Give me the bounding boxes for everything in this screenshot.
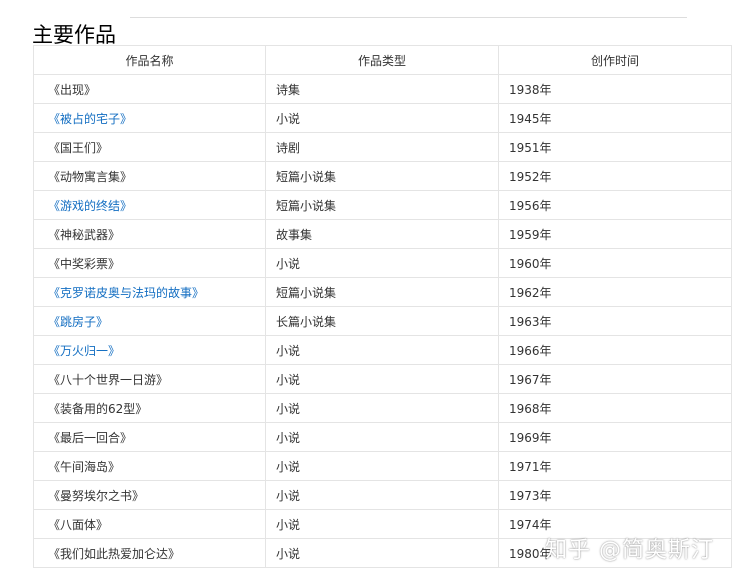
cell-work-title: 《动物寓言集》 xyxy=(33,161,266,191)
work-title-text: 《中奖彩票》 xyxy=(48,256,121,271)
cell-creation-year: 1945年 xyxy=(498,103,732,133)
work-title-text: 《我们如此热爱加仑达》 xyxy=(48,546,181,561)
cell-work-title: 《最后一回合》 xyxy=(33,422,266,452)
table-row: 《神秘武器》 故事集 1959年 xyxy=(33,219,732,249)
cell-creation-year: 1938年 xyxy=(498,74,732,104)
cell-work-type: 故事集 xyxy=(265,219,499,249)
cell-work-title: 《八十个世界一日游》 xyxy=(33,364,266,394)
work-title-text: 《国王们》 xyxy=(48,140,109,155)
cell-work-type: 诗剧 xyxy=(265,132,499,162)
section-header: 主要作品 xyxy=(32,4,687,47)
cell-work-type: 小说 xyxy=(265,451,499,481)
cell-work-title: 《克罗诺皮奥与法玛的故事》 xyxy=(33,277,266,307)
table-row: 《中奖彩票》 小说 1960年 xyxy=(33,248,732,278)
table-row: 《万火归一》 小说 1966年 xyxy=(33,335,732,365)
cell-work-title: 《被占的宅子》 xyxy=(33,103,266,133)
cell-creation-year: 1973年 xyxy=(498,480,732,510)
cell-work-type: 短篇小说集 xyxy=(265,190,499,220)
cell-creation-year: 1956年 xyxy=(498,190,732,220)
works-table: 作品名称 作品类型 创作时间 《出现》 诗集 1938年 《被占的宅子》 小说 1945年… xyxy=(33,45,732,568)
table-header-row: 作品名称 作品类型 创作时间 xyxy=(33,45,732,75)
cell-creation-year: 1963年 xyxy=(498,306,732,336)
cell-work-type: 小说 xyxy=(265,509,499,539)
cell-creation-year: 1962年 xyxy=(498,277,732,307)
work-title-text: 《曼努埃尔之书》 xyxy=(48,488,145,503)
cell-work-title: 《中奖彩票》 xyxy=(33,248,266,278)
cell-work-title: 《游戏的终结》 xyxy=(33,190,266,220)
table-row: 《曼努埃尔之书》 小说 1973年 xyxy=(33,480,732,510)
work-title-text: 《装备用的62型》 xyxy=(48,401,148,416)
cell-creation-year: 1959年 xyxy=(498,219,732,249)
cell-work-title: 《出现》 xyxy=(33,74,266,104)
cell-work-type: 小说 xyxy=(265,422,499,452)
header-work-type: 作品类型 xyxy=(265,45,499,75)
cell-work-type: 长篇小说集 xyxy=(265,306,499,336)
cell-creation-year: 1967年 xyxy=(498,364,732,394)
work-title-text: 《八十个世界一日游》 xyxy=(48,372,169,387)
table-row: 《装备用的62型》 小说 1968年 xyxy=(33,393,732,423)
cell-creation-year: 1968年 xyxy=(498,393,732,423)
table-row: 《出现》 诗集 1938年 xyxy=(33,74,732,104)
cell-work-title: 《八面体》 xyxy=(33,509,266,539)
table-row: 《被占的宅子》 小说 1945年 xyxy=(33,103,732,133)
cell-work-type: 小说 xyxy=(265,364,499,394)
table-body: 《出现》 诗集 1938年 《被占的宅子》 小说 1945年 《国王们》 诗剧 1951年 《动物… xyxy=(33,74,732,568)
table-row: 《动物寓言集》 短篇小说集 1952年 xyxy=(33,161,732,191)
cell-work-title: 《神秘武器》 xyxy=(33,219,266,249)
cell-work-type: 小说 xyxy=(265,393,499,423)
cell-work-type: 短篇小说集 xyxy=(265,161,499,191)
work-title-link[interactable]: 《被占的宅子》 xyxy=(48,112,132,126)
cell-creation-year: 1966年 xyxy=(498,335,732,365)
table-row: 《午间海岛》 小说 1971年 xyxy=(33,451,732,481)
cell-work-type: 小说 xyxy=(265,248,499,278)
cell-work-type: 小说 xyxy=(265,480,499,510)
table-row: 《国王们》 诗剧 1951年 xyxy=(33,132,732,162)
table-row: 《最后一回合》 小说 1969年 xyxy=(33,422,732,452)
work-title-text: 《出现》 xyxy=(48,82,97,97)
work-title-link[interactable]: 《万火归一》 xyxy=(48,344,120,358)
watermark: 知乎 @简奥斯汀 xyxy=(545,538,714,563)
work-title-link[interactable]: 《跳房子》 xyxy=(48,315,108,329)
cell-work-title: 《跳房子》 xyxy=(33,306,266,336)
cell-work-title: 《午间海岛》 xyxy=(33,451,266,481)
cell-creation-year: 1951年 xyxy=(498,132,732,162)
cell-work-title: 《我们如此热爱加仑达》 xyxy=(33,538,266,568)
cell-work-type: 小说 xyxy=(265,103,499,133)
work-title-text: 《最后一回合》 xyxy=(48,430,133,445)
section-divider xyxy=(130,17,687,18)
table-head: 作品名称 作品类型 创作时间 xyxy=(33,45,732,75)
table-row: 《克罗诺皮奥与法玛的故事》 短篇小说集 1962年 xyxy=(33,277,732,307)
table-row: 《游戏的终结》 短篇小说集 1956年 xyxy=(33,190,732,220)
cell-work-type: 小说 xyxy=(265,538,499,568)
cell-work-title: 《装备用的62型》 xyxy=(33,393,266,423)
cell-creation-year: 1952年 xyxy=(498,161,732,191)
cell-creation-year: 1960年 xyxy=(498,248,732,278)
work-title-link[interactable]: 《游戏的终结》 xyxy=(48,199,132,213)
work-title-link[interactable]: 《克罗诺皮奥与法玛的故事》 xyxy=(48,286,204,300)
cell-work-title: 《国王们》 xyxy=(33,132,266,162)
work-title-text: 《神秘武器》 xyxy=(48,227,121,242)
table-row: 《八十个世界一日游》 小说 1967年 xyxy=(33,364,732,394)
work-title-text: 《午间海岛》 xyxy=(48,459,121,474)
table-row: 《跳房子》 长篇小说集 1963年 xyxy=(33,306,732,336)
cell-work-type: 小说 xyxy=(265,335,499,365)
cell-work-title: 《万火归一》 xyxy=(33,335,266,365)
work-title-text: 《动物寓言集》 xyxy=(48,169,133,184)
header-creation-year: 创作时间 xyxy=(498,45,732,75)
cell-work-title: 《曼努埃尔之书》 xyxy=(33,480,266,510)
cell-creation-year: 1971年 xyxy=(498,451,732,481)
work-title-text: 《八面体》 xyxy=(48,517,109,532)
cell-work-type: 诗集 xyxy=(265,74,499,104)
header-work-title: 作品名称 xyxy=(33,45,266,75)
cell-work-type: 短篇小说集 xyxy=(265,277,499,307)
cell-creation-year: 1969年 xyxy=(498,422,732,452)
